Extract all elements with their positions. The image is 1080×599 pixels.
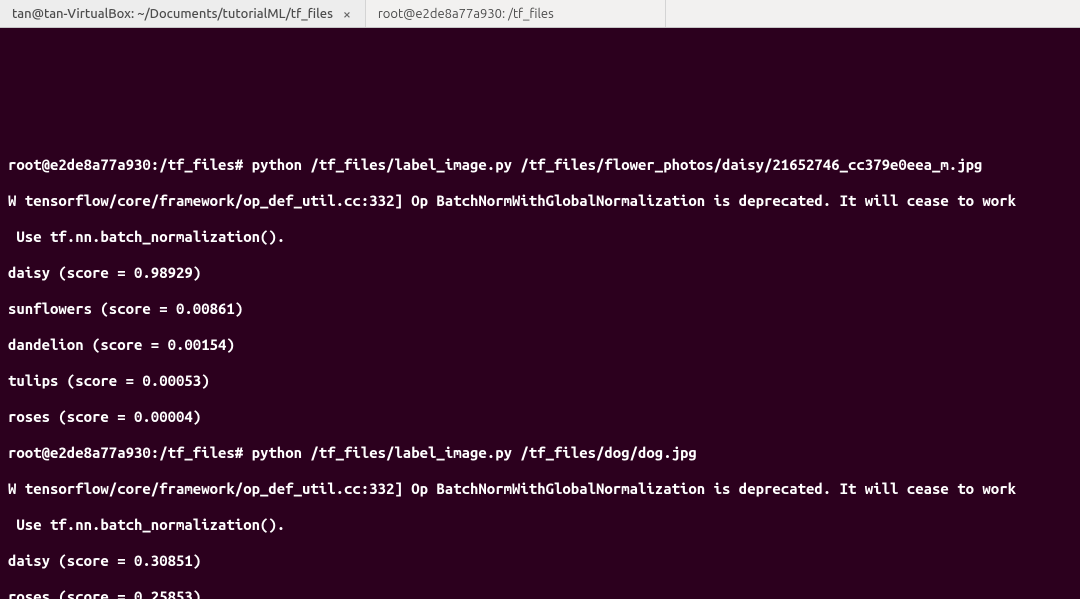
terminal-line: root@e2de8a77a930:/tf_files# python /tf_… — [8, 444, 1072, 462]
close-icon[interactable]: × — [341, 0, 353, 28]
tab-inactive[interactable]: root@e2de8a77a930: /tf_files — [366, 0, 666, 27]
terminal-line: daisy (score = 0.30851) — [8, 552, 1072, 570]
terminal-line: roses (score = 0.00004) — [8, 408, 1072, 426]
tab-title: root@e2de8a77a930: /tf_files — [378, 0, 554, 28]
terminal-line: sunflowers (score = 0.00861) — [8, 300, 1072, 318]
terminal-line: W tensorflow/core/framework/op_def_util.… — [8, 480, 1072, 498]
terminal-output[interactable]: root@e2de8a77a930:/tf_files# python /tf_… — [0, 28, 1080, 599]
terminal-line: root@e2de8a77a930:/tf_files# python /tf_… — [8, 156, 1072, 174]
tab-active[interactable]: tan@tan-VirtualBox: ~/Documents/tutorial… — [0, 0, 366, 27]
terminal-line: Use tf.nn.batch_normalization(). — [8, 228, 1072, 246]
terminal-line: daisy (score = 0.98929) — [8, 264, 1072, 282]
terminal-line: W tensorflow/core/framework/op_def_util.… — [8, 192, 1072, 210]
terminal-line: dandelion (score = 0.00154) — [8, 336, 1072, 354]
terminal-line: tulips (score = 0.00053) — [8, 372, 1072, 390]
terminal-line: roses (score = 0.25853) — [8, 588, 1072, 599]
tab-title: tan@tan-VirtualBox: ~/Documents/tutorial… — [12, 0, 333, 28]
tab-bar: tan@tan-VirtualBox: ~/Documents/tutorial… — [0, 0, 1080, 28]
terminal-line: Use tf.nn.batch_normalization(). — [8, 516, 1072, 534]
